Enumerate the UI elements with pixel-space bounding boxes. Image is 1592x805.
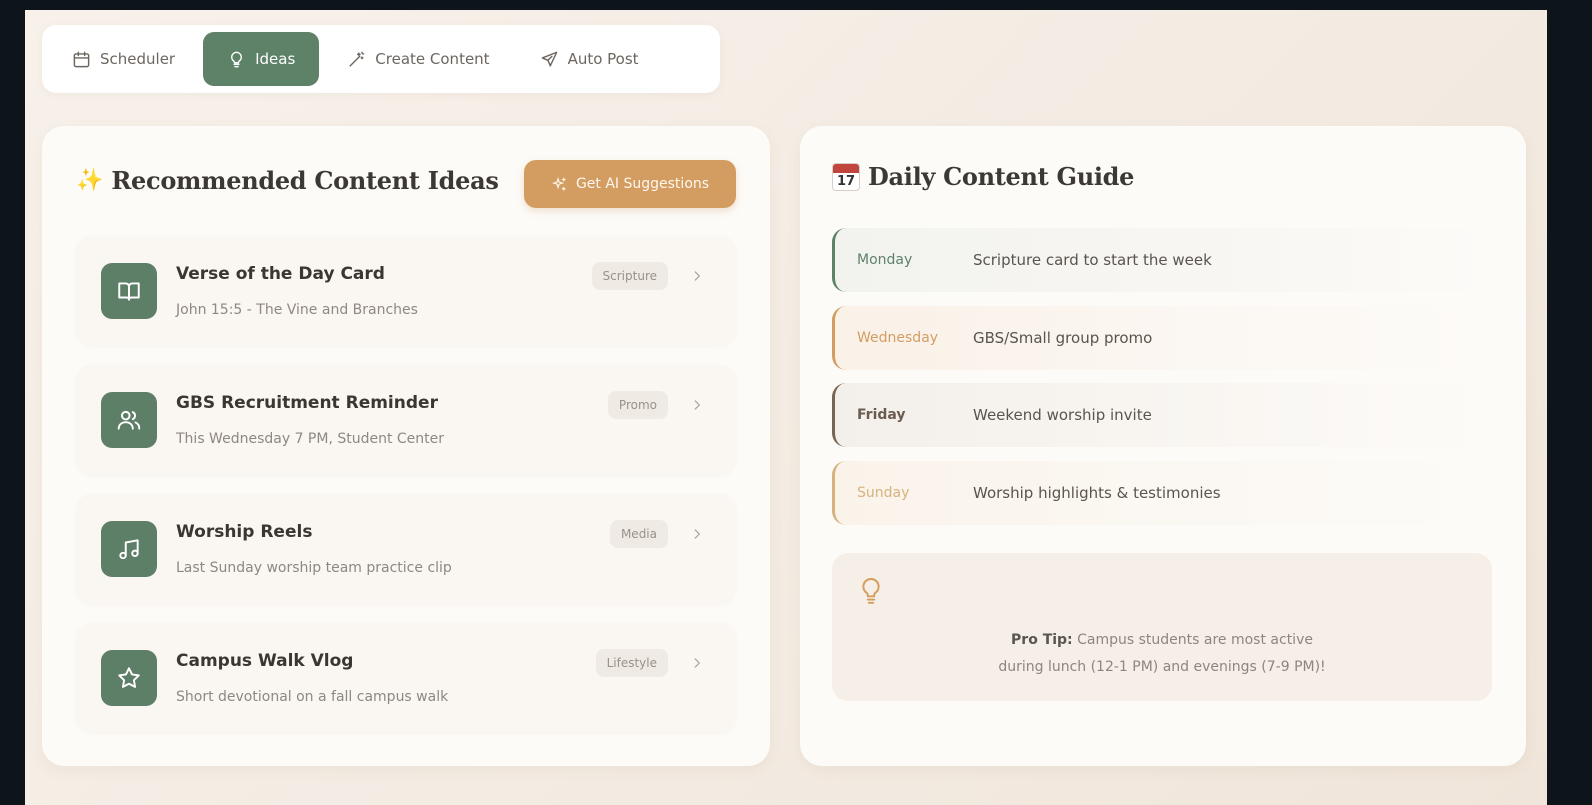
ideas-header: ✨ Recommended Content Ideas — [76, 166, 499, 195]
sparkle-icon: ✨ — [76, 168, 104, 193]
get-ai-suggestions-button[interactable]: Get AI Suggestions — [524, 160, 736, 208]
idea-icon-tile — [101, 521, 157, 577]
tab-auto-post[interactable]: Auto Post — [518, 32, 661, 86]
day-text: Scripture card to start the week — [973, 251, 1212, 269]
chevron-right-icon[interactable] — [688, 262, 706, 290]
day-text: Worship highlights & testimonies — [973, 484, 1221, 502]
lightbulb-icon — [231, 51, 243, 67]
tab-bar: Scheduler Ideas Create Content Auto Post — [42, 25, 720, 93]
day-row-friday: Friday Weekend worship invite — [832, 383, 1492, 447]
tab-label: Create Content — [375, 50, 490, 68]
chevron-right-icon[interactable] — [688, 391, 706, 419]
day-row-monday: Monday Scripture card to start the week — [832, 228, 1492, 292]
ideas-card: ✨ Recommended Content Ideas Get AI Sugge… — [42, 126, 770, 766]
pro-tip-box: Pro Tip: Campus students are most active… — [832, 553, 1492, 701]
day-name: Sunday — [857, 485, 910, 501]
users-icon — [117, 410, 141, 430]
idea-tag: Media — [609, 520, 668, 548]
guide-title: Daily Content Guide — [868, 162, 1135, 191]
idea-item[interactable]: Verse of the Day Card John 15:5 - The Vi… — [76, 236, 736, 346]
day-row-sunday: Sunday Worship highlights & testimonies — [832, 461, 1492, 525]
day-name: Wednesday — [857, 330, 939, 346]
idea-icon-tile — [101, 392, 157, 448]
idea-icon-tile — [101, 263, 157, 319]
send-icon — [541, 51, 557, 67]
day-name: Friday — [857, 407, 906, 423]
pro-tip-line1: Campus students are most active — [1077, 632, 1313, 648]
chevron-right-icon[interactable] — [688, 649, 706, 677]
ideas-title: Recommended Content Ideas — [111, 166, 499, 195]
tab-label: Scheduler — [100, 50, 176, 68]
ai-button-label: Get AI Suggestions — [575, 176, 710, 192]
magic-wand-icon — [349, 51, 365, 67]
pro-tip-text: Pro Tip: Campus students are most active… — [832, 627, 1492, 681]
guide-card: 17 Daily Content Guide Monday Scripture … — [800, 126, 1526, 766]
tab-label: Ideas — [255, 50, 296, 68]
day-row-wednesday: Wednesday GBS/Small group promo — [832, 306, 1492, 370]
idea-item[interactable]: Worship Reels Last Sunday worship team p… — [76, 494, 736, 604]
music-icon — [119, 539, 139, 560]
calendar-emoji-icon: 17 — [832, 162, 860, 191]
idea-subtitle: John 15:5 - The Vine and Branches — [176, 302, 418, 318]
pro-tip-label: Pro Tip: — [1011, 632, 1073, 648]
day-name: Monday — [857, 252, 913, 268]
star-icon — [118, 667, 140, 688]
idea-item[interactable]: Campus Walk Vlog Short devotional on a f… — [76, 623, 736, 733]
lightbulb-icon — [858, 575, 884, 613]
calendar-emoji-day: 17 — [836, 173, 856, 189]
idea-tag: Scripture — [591, 262, 668, 290]
calendar-icon — [73, 51, 90, 67]
idea-title: GBS Recruitment Reminder — [176, 393, 438, 413]
tab-ideas[interactable]: Ideas — [203, 32, 320, 86]
sparkles-icon — [551, 176, 566, 191]
book-icon — [118, 282, 140, 301]
idea-title: Worship Reels — [176, 522, 313, 542]
tab-scheduler[interactable]: Scheduler — [50, 32, 197, 86]
idea-subtitle: This Wednesday 7 PM, Student Center — [176, 431, 445, 447]
idea-tag: Lifestyle — [595, 649, 668, 677]
idea-title: Campus Walk Vlog — [176, 651, 354, 671]
chevron-right-icon[interactable] — [688, 520, 706, 548]
pro-tip-line2: during lunch (12-1 PM) and evenings (7-9… — [998, 659, 1326, 675]
tab-create-content[interactable]: Create Content — [325, 32, 511, 86]
tab-label: Auto Post — [567, 50, 639, 68]
idea-tag: Promo — [607, 391, 668, 419]
idea-icon-tile — [101, 650, 157, 706]
idea-title: Verse of the Day Card — [176, 264, 385, 284]
idea-subtitle: Short devotional on a fall campus walk — [176, 689, 449, 705]
day-text: GBS/Small group promo — [973, 329, 1153, 347]
idea-item[interactable]: GBS Recruitment Reminder This Wednesday … — [76, 365, 736, 475]
guide-header: 17 Daily Content Guide — [832, 162, 1134, 191]
day-text: Weekend worship invite — [973, 406, 1152, 424]
idea-subtitle: Last Sunday worship team practice clip — [176, 560, 452, 576]
app-window: Scheduler Ideas Create Content Auto Post… — [25, 10, 1547, 805]
